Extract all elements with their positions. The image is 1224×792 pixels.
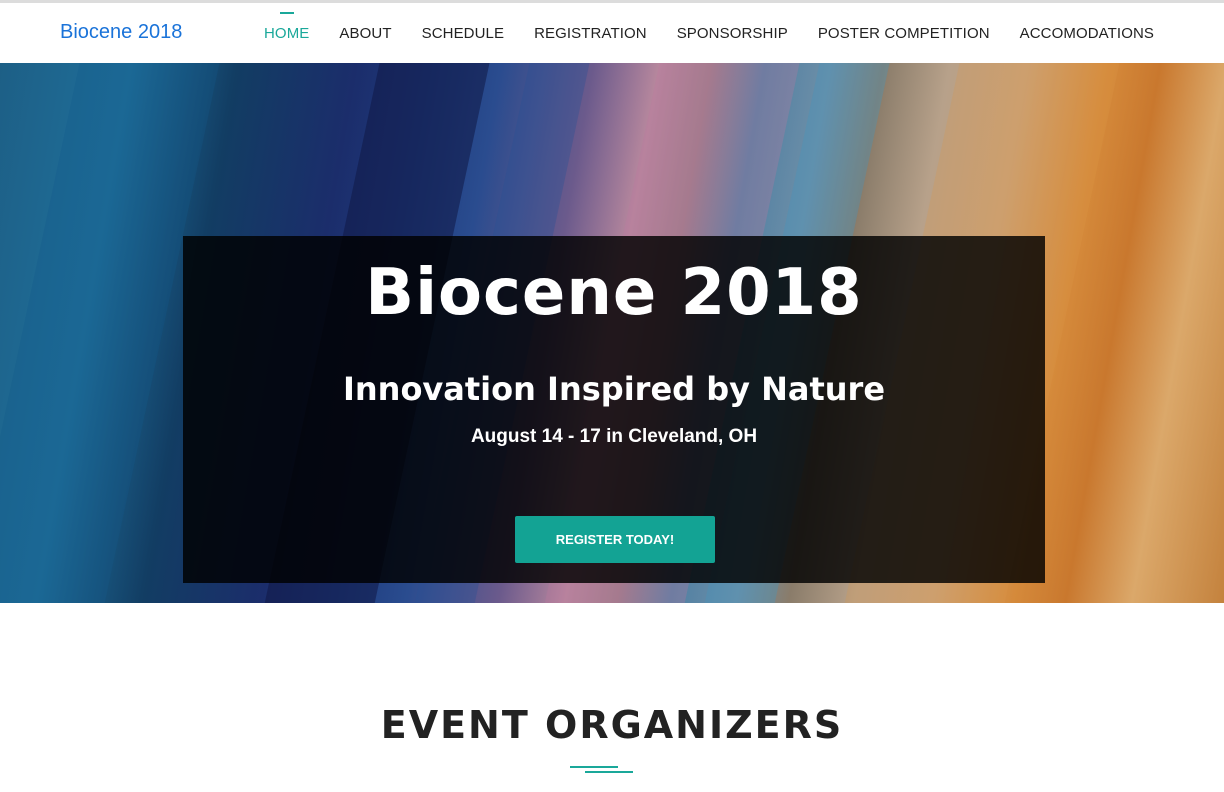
main-nav: HOME ABOUT SCHEDULE REGISTRATION SPONSOR… <box>264 3 1154 63</box>
site-brand-link[interactable]: Biocene 2018 <box>60 21 182 44</box>
section-divider <box>570 766 618 768</box>
section-divider <box>585 771 633 773</box>
nav-item-label: ACCOMODATIONS <box>1019 24 1154 42</box>
nav-item-label: SCHEDULE <box>421 24 505 42</box>
section-title-event-organizers: EVENT ORGANIZERS <box>380 703 844 747</box>
hero-overlay-panel: Biocene 2018 Innovation Inspired by Natu… <box>183 236 1045 583</box>
nav-item-label: POSTER COMPETITION <box>817 24 990 42</box>
nav-item-home[interactable]: HOME <box>264 11 310 42</box>
event-date-location: August 14 - 17 in Cleveland, OH <box>470 426 758 447</box>
nav-item-accomodations[interactable]: ACCOMODATIONS <box>1020 25 1154 42</box>
active-indicator <box>279 11 294 14</box>
nav-item-sponsorship[interactable]: SPONSORSHIP <box>677 25 788 42</box>
hero-subtitle: Innovation Inspired by Nature <box>342 370 886 408</box>
hero-banner: Biocene 2018 Innovation Inspired by Natu… <box>0 63 1224 603</box>
nav-item-label: SPONSORSHIP <box>676 24 788 42</box>
nav-item-label: ABOUT <box>339 24 392 42</box>
register-today-button[interactable]: REGISTER TODAY! <box>515 516 715 563</box>
navbar: Biocene 2018 HOME ABOUT SCHEDULE REGISTR… <box>0 3 1224 63</box>
nav-item-registration[interactable]: REGISTRATION <box>534 25 647 42</box>
nav-item-about[interactable]: ABOUT <box>339 25 391 42</box>
nav-item-poster-competition[interactable]: POSTER COMPETITION <box>818 25 990 42</box>
nav-item-label: REGISTRATION <box>534 24 647 42</box>
nav-item-schedule[interactable]: SCHEDULE <box>422 25 505 42</box>
nav-item-label: HOME <box>264 24 310 42</box>
hero-title: Biocene 2018 <box>365 256 863 330</box>
